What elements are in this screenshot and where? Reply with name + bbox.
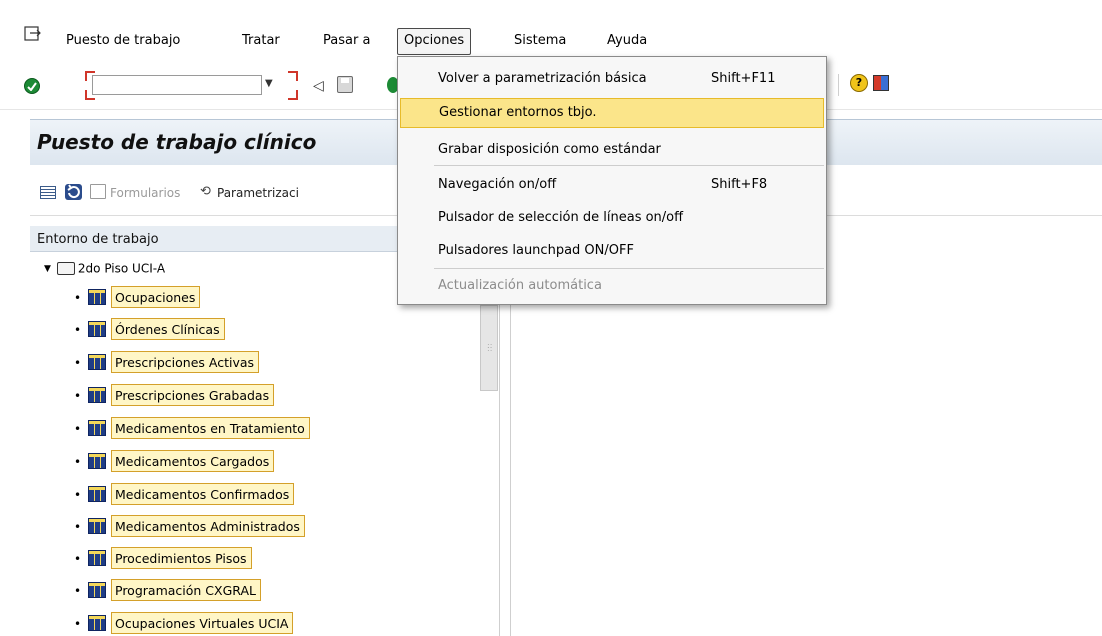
- help-icon[interactable]: ?: [850, 74, 868, 92]
- menu-item-label: Pulsadores launchpad ON/OFF: [438, 243, 634, 258]
- bullet-icon: •: [74, 323, 82, 337]
- menu-item-pulsador-seleccion[interactable]: Pulsador de selección de líneas on/off: [400, 203, 824, 233]
- bullet-icon: •: [74, 422, 82, 436]
- menu-item-shortcut: Shift+F8: [711, 177, 768, 192]
- tree-node-label[interactable]: Procedimientos Pisos: [111, 547, 252, 569]
- table-icon: [88, 289, 106, 305]
- command-field-corner: [288, 71, 298, 81]
- menu-item-label: Gestionar entornos tbjo.: [439, 105, 597, 120]
- parametrizacion-button[interactable]: Parametrizaci: [217, 186, 299, 200]
- tree-node-label[interactable]: Programación CXGRAL: [111, 579, 261, 601]
- bullet-icon: •: [74, 291, 82, 305]
- settings-icon[interactable]: ⟲: [200, 184, 211, 199]
- layout-icon[interactable]: [873, 75, 889, 91]
- dropdown-icon[interactable]: ▼: [265, 78, 273, 89]
- menu-separator: [434, 165, 824, 166]
- command-field: ▼: [85, 71, 298, 100]
- tree-root-label: 2do Piso UCI-A: [77, 261, 166, 276]
- menu-item-label: Navegación on/off: [438, 177, 557, 192]
- table-icon: [88, 387, 106, 403]
- tree-node-label[interactable]: Prescripciones Grabadas: [111, 384, 275, 406]
- splitter-handle[interactable]: ::::: [480, 305, 498, 391]
- tree-header-label: Entorno de trabajo: [37, 232, 159, 247]
- bullet-icon: •: [74, 356, 82, 370]
- table-icon: [88, 321, 106, 337]
- menu-sistema[interactable]: Sistema: [514, 33, 566, 48]
- bullet-icon: •: [74, 455, 82, 469]
- save-icon[interactable]: [337, 76, 353, 93]
- menu-tratar[interactable]: Tratar: [242, 33, 280, 48]
- command-input[interactable]: [92, 75, 262, 95]
- list-icon[interactable]: [40, 186, 56, 199]
- table-icon: [88, 453, 106, 469]
- tree-node-label[interactable]: Órdenes Clínicas: [111, 318, 225, 340]
- folder-icon: [56, 262, 75, 275]
- refresh-icon[interactable]: [65, 184, 82, 200]
- tree-root[interactable]: ▼ 2do Piso UCI-A: [44, 261, 165, 279]
- tree-node-label[interactable]: Medicamentos Cargados: [111, 450, 275, 472]
- menu-item-grabar-disposicion[interactable]: Grabar disposición como estándar: [400, 135, 824, 165]
- menu-item-volver-parametrizacion[interactable]: Volver a parametrización básica Shift+F1…: [400, 64, 824, 94]
- table-icon: [88, 354, 106, 370]
- tree-node-label[interactable]: Prescripciones Activas: [111, 351, 260, 373]
- bullet-icon: •: [74, 584, 82, 598]
- menu-item-actualizacion-automatica: Actualización automática: [400, 271, 824, 301]
- table-icon: [88, 420, 106, 436]
- table-icon: [88, 582, 106, 598]
- opciones-dropdown-menu: Volver a parametrización básica Shift+F1…: [397, 56, 827, 305]
- menu-item-navegacion[interactable]: Navegación on/off Shift+F8: [400, 170, 824, 200]
- table-icon: [88, 615, 106, 631]
- back-icon[interactable]: ◁: [313, 78, 324, 94]
- bullet-icon: •: [74, 617, 82, 631]
- formularios-button[interactable]: Formularios: [110, 186, 180, 200]
- grip-icon: ::::: [487, 341, 493, 353]
- tree-node-label[interactable]: Medicamentos Confirmados: [111, 483, 295, 505]
- check-icon[interactable]: [24, 78, 40, 94]
- page-title: Puesto de trabajo clínico: [37, 130, 317, 154]
- menu-item-label: Volver a parametrización básica: [438, 71, 647, 86]
- expand-icon[interactable]: ▼: [44, 264, 51, 274]
- menu-pasar-a[interactable]: Pasar a: [323, 33, 370, 48]
- menu-opciones[interactable]: Opciones: [397, 28, 472, 55]
- menu-puesto-de-trabajo[interactable]: Puesto de trabajo: [66, 33, 180, 48]
- tree-node-label[interactable]: Medicamentos en Tratamiento: [111, 417, 310, 439]
- form-icon: [90, 184, 106, 199]
- menu-ayuda[interactable]: Ayuda: [607, 33, 647, 48]
- exit-icon[interactable]: [24, 26, 42, 42]
- bullet-icon: •: [74, 520, 82, 534]
- toolbar-separator: [838, 74, 839, 96]
- table-icon: [88, 486, 106, 502]
- bullet-icon: •: [74, 389, 82, 403]
- bullet-icon: •: [74, 552, 82, 566]
- menu-separator: [434, 268, 824, 269]
- command-field-corner: [288, 90, 298, 100]
- bullet-icon: •: [74, 488, 82, 502]
- menu-item-label: Actualización automática: [438, 278, 602, 293]
- menu-item-shortcut: Shift+F11: [711, 71, 776, 86]
- menu-item-label: Grabar disposición como estándar: [438, 142, 661, 157]
- table-icon: [88, 550, 106, 566]
- menu-bar: Puesto de trabajo Tratar Pasar a Opcione…: [0, 0, 1102, 60]
- table-icon: [88, 518, 106, 534]
- tree-node-label[interactable]: Ocupaciones: [111, 286, 201, 308]
- menu-item-label: Pulsador de selección de líneas on/off: [438, 210, 684, 225]
- menu-item-pulsadores-launchpad[interactable]: Pulsadores launchpad ON/OFF: [400, 236, 824, 266]
- menu-item-gestionar-entornos[interactable]: Gestionar entornos tbjo.: [400, 98, 824, 128]
- tree-node-label[interactable]: Medicamentos Administrados: [111, 515, 305, 537]
- tree-node-label[interactable]: Ocupaciones Virtuales UCIA: [111, 612, 294, 634]
